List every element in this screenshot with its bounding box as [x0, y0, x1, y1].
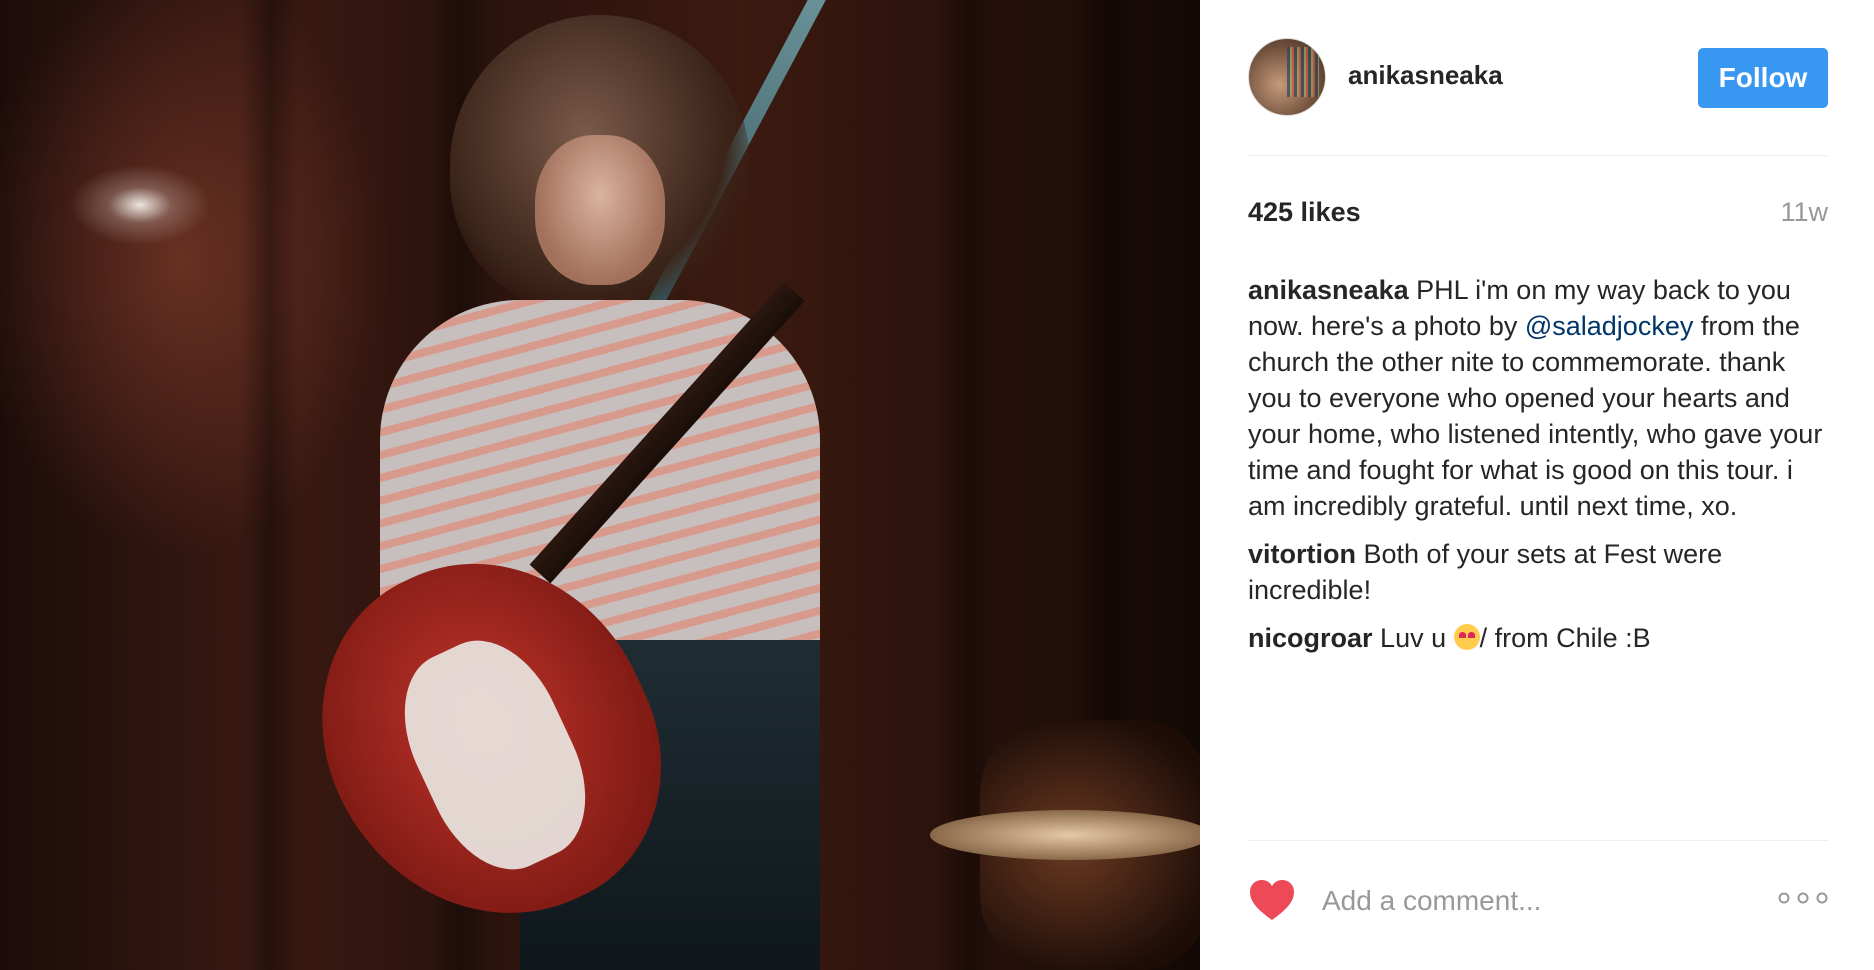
comment-text: / from Chile :B: [1479, 623, 1651, 653]
comment-item: nicogroar Luv u / from Chile :B: [1248, 620, 1828, 656]
post-details-panel: anikasneaka Follow 425 likes 11w anikasn…: [1200, 0, 1874, 970]
likes-count[interactable]: 425 likes: [1248, 197, 1361, 228]
mention-link[interactable]: @saladjockey: [1525, 311, 1694, 341]
heart-eyes-emoji-icon: [1453, 624, 1480, 650]
comments-list: anikasneaka PHL i'm on my way back to yo…: [1248, 272, 1828, 668]
add-comment-input[interactable]: [1320, 878, 1744, 924]
post-username[interactable]: anikasneaka: [1348, 60, 1503, 91]
comment-item: vitortion Both of your sets at Fest were…: [1248, 536, 1828, 608]
avatar-bookshelf: [1287, 47, 1319, 97]
photo-curtain-shadow: [240, 0, 300, 970]
more-options-icon[interactable]: [1778, 888, 1828, 908]
comment-bar: [1248, 870, 1828, 930]
follow-button[interactable]: Follow: [1698, 48, 1828, 108]
post-photo[interactable]: [0, 0, 1200, 970]
comment-text: Luv u: [1380, 623, 1454, 653]
comment-author[interactable]: nicogroar: [1248, 623, 1373, 653]
caption: anikasneaka PHL i'm on my way back to yo…: [1248, 272, 1828, 524]
heart-icon[interactable]: [1248, 878, 1296, 922]
comment-author[interactable]: anikasneaka: [1248, 275, 1409, 305]
post-header: anikasneaka Follow: [1248, 38, 1828, 118]
photo-musician-face: [535, 135, 665, 285]
post-timestamp[interactable]: 11w: [1780, 197, 1828, 228]
comments-divider: [1248, 840, 1828, 841]
photo-cymbal: [930, 810, 1200, 860]
avatar[interactable]: [1248, 38, 1326, 116]
comment-author[interactable]: vitortion: [1248, 539, 1356, 569]
caption-text: from the church the other nite to commem…: [1248, 311, 1823, 521]
header-divider: [1248, 155, 1828, 156]
